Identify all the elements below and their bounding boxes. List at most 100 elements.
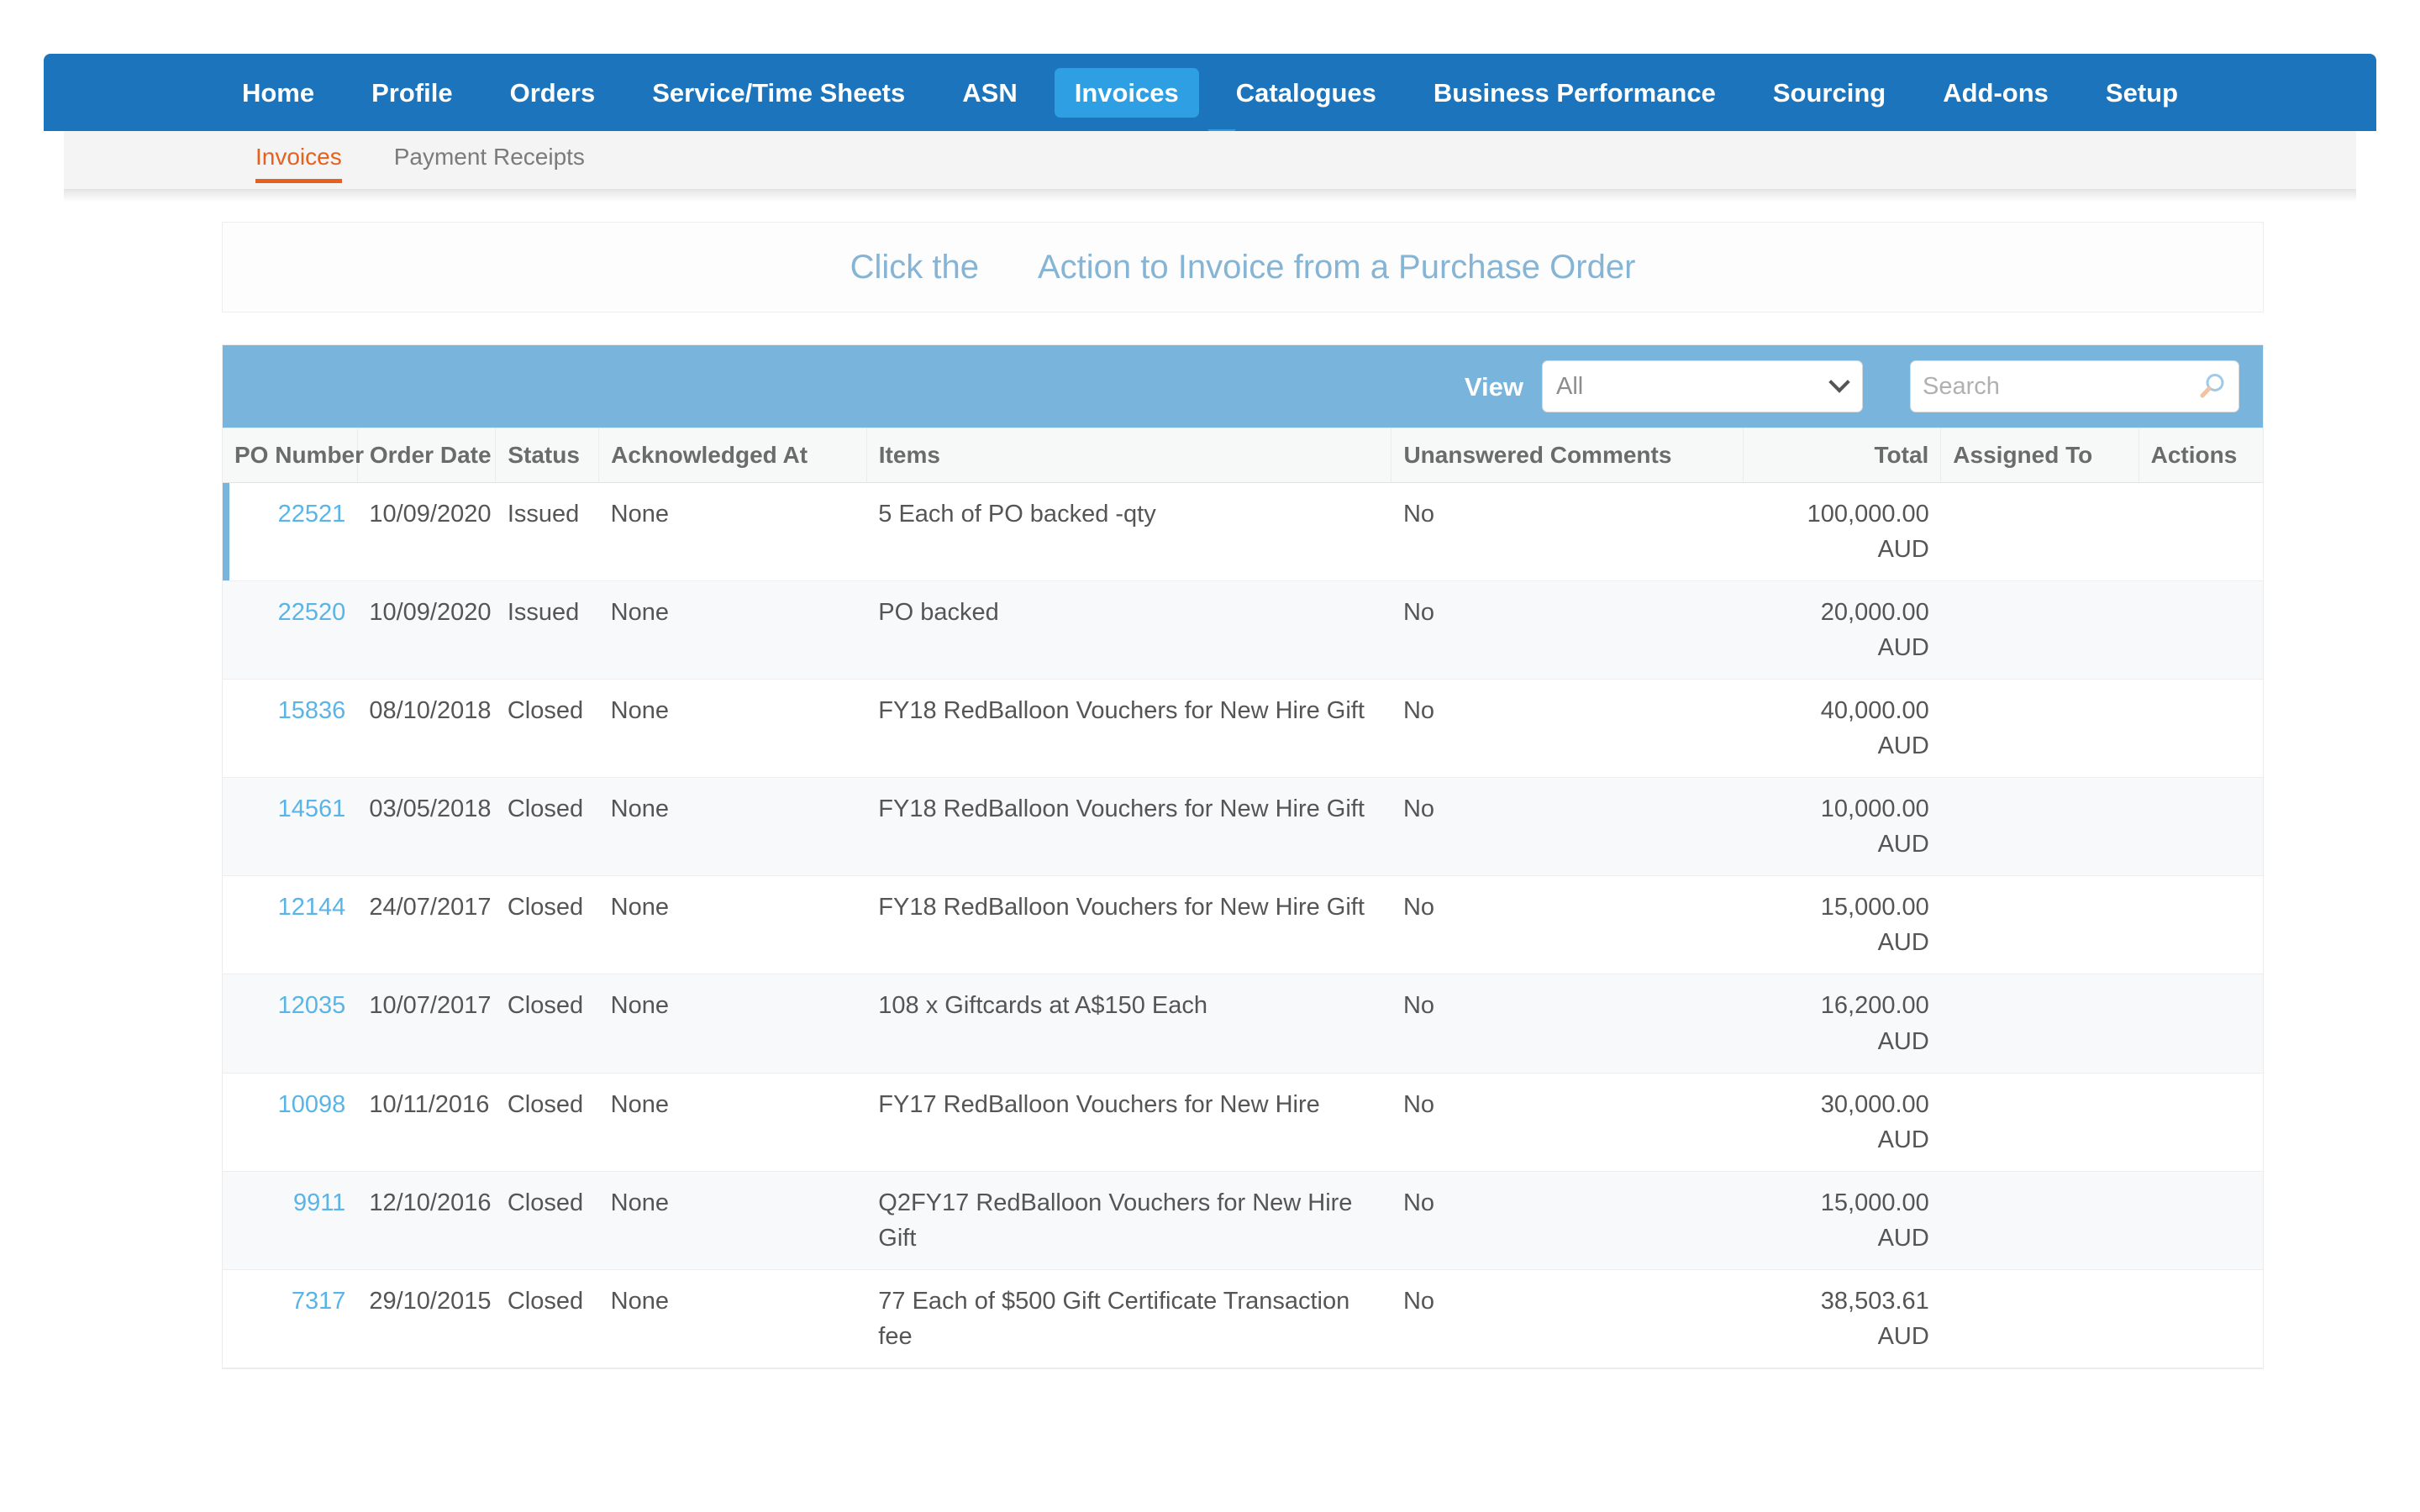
column-header-unanswered-comments[interactable]: Unanswered Comments: [1391, 428, 1744, 483]
cell-items: 5 Each of PO backed -qty: [866, 482, 1392, 582]
cell-order-date: 10/09/2020: [357, 580, 496, 680]
cell-status: Closed: [495, 679, 599, 779]
invoice-coin-yellow-icon[interactable]: [2150, 496, 2182, 530]
po-number-link[interactable]: 12144: [278, 894, 346, 921]
nav-item-invoices[interactable]: Invoices: [1054, 67, 1199, 118]
table-row[interactable]: 10098 10/11/2016 Closed None FY17 RedBalloon…: [223, 1073, 2263, 1172]
search-box[interactable]: [1910, 360, 2239, 412]
table-row[interactable]: 14561 03/05/2018 Closed None FY18 RedBalloon…: [223, 777, 2263, 877]
po-number-link[interactable]: 22521: [278, 501, 346, 528]
nav-item-add-ons[interactable]: Add-ons: [1923, 68, 2069, 118]
search-input[interactable]: [1923, 372, 2175, 401]
cell-po-number: 14561: [223, 777, 358, 877]
total-currency: AUD: [1877, 732, 1929, 760]
cell-acknowledged-at: None: [598, 679, 867, 779]
cell-status: Closed: [495, 875, 599, 975]
nav-item-service-time-sheets[interactable]: Service/Time Sheets: [632, 68, 925, 118]
nav-item-business-performance[interactable]: Business Performance: [1413, 68, 1736, 118]
nav-item-profile[interactable]: Profile: [351, 68, 472, 118]
view-filter-select[interactable]: All: [1542, 360, 1863, 412]
nav-item-sourcing[interactable]: Sourcing: [1753, 68, 1906, 118]
po-number-link[interactable]: 14561: [278, 795, 346, 822]
column-header-acknowledged-at[interactable]: Acknowledged At: [598, 428, 867, 483]
cell-order-date: 08/10/2018: [357, 679, 496, 779]
cell-order-date: 03/05/2018: [357, 777, 496, 877]
cell-assigned-to: [1940, 875, 2139, 975]
sub-navigation: Invoices Payment Receipts: [64, 131, 2356, 190]
cell-assigned-to: [1940, 1073, 2139, 1172]
view-label: View: [1464, 371, 1523, 402]
subnav-shadow: [64, 190, 2356, 202]
table-row[interactable]: 12035 10/07/2017 Closed None 108 x Giftcards…: [223, 974, 2263, 1074]
total-amount: 100,000.00: [1807, 501, 1929, 528]
total-currency: AUD: [1877, 1322, 1929, 1350]
nav-item-setup[interactable]: Setup: [2086, 68, 2198, 118]
cell-status: Closed: [495, 1073, 599, 1172]
column-header-assigned-to[interactable]: Assigned To: [1940, 428, 2139, 483]
column-header-total[interactable]: Total: [1743, 428, 1942, 483]
total-currency: AUD: [1877, 929, 1929, 957]
nav-item-asn[interactable]: ASN: [942, 68, 1037, 118]
nav-item-catalogues[interactable]: Catalogues: [1216, 68, 1397, 118]
subnav-item-payment-receipts[interactable]: Payment Receipts: [394, 131, 585, 179]
total-amount: 16,200.00: [1820, 992, 1929, 1020]
table-row[interactable]: 15836 08/10/2018 Closed None FY18 RedBalloon…: [223, 679, 2263, 779]
po-number-link[interactable]: 7317: [292, 1288, 346, 1315]
table-row[interactable]: 22520 10/09/2020 Issued None PO backed No 20,0…: [223, 580, 2263, 680]
cell-actions: [2139, 1073, 2263, 1172]
credit-coin-red-icon[interactable]: [2201, 496, 2233, 530]
cell-items: FY18 RedBalloon Vouchers for New Hire Gi…: [866, 777, 1392, 877]
cell-items: Q2FY17 RedBalloon Vouchers for New Hire …: [866, 1171, 1392, 1270]
table-row[interactable]: 7317 29/10/2015 Closed None 77 Each of $500 …: [223, 1269, 2263, 1368]
po-number-link[interactable]: 15836: [278, 697, 346, 724]
cell-total: 16,200.00 AUD: [1743, 974, 1941, 1074]
table-row[interactable]: 9911 12/10/2016 Closed None Q2FY17 RedBalloo…: [223, 1171, 2263, 1270]
cell-actions: [2139, 974, 2263, 1074]
cell-acknowledged-at: None: [598, 974, 867, 1074]
column-header-status[interactable]: Status: [495, 428, 600, 483]
cell-actions: [2139, 1269, 2263, 1368]
credit-coin-red-icon[interactable]: [2201, 595, 2233, 628]
action-icon-group: [2150, 496, 2251, 530]
po-number-link[interactable]: 9911: [293, 1189, 345, 1216]
search-icon[interactable]: [2198, 372, 2227, 401]
nav-item-orders[interactable]: Orders: [490, 68, 616, 118]
nav-item-home[interactable]: Home: [222, 68, 334, 118]
cell-status: Closed: [495, 777, 599, 877]
view-filter-value: All: [1556, 372, 1584, 400]
cell-po-number: 10098: [223, 1073, 358, 1172]
cell-acknowledged-at: None: [598, 1269, 867, 1368]
po-number-link[interactable]: 12035: [278, 992, 346, 1019]
po-number-link[interactable]: 10098: [278, 1091, 346, 1118]
cell-acknowledged-at: None: [598, 1073, 867, 1172]
purchase-orders-card: View All Search PO Number Order Date Sta…: [222, 344, 2264, 1369]
column-header-items[interactable]: Items: [866, 428, 1392, 483]
table-row[interactable]: 22521 10/09/2020 Issued None 5 Each of PO ba…: [223, 482, 2263, 582]
cell-acknowledged-at: None: [598, 1171, 867, 1270]
po-number-link[interactable]: 22520: [278, 599, 346, 626]
cell-po-number: 7317: [223, 1269, 358, 1368]
column-header-order-date[interactable]: Order Date: [357, 428, 497, 483]
total-currency: AUD: [1877, 1224, 1929, 1252]
cell-actions: [2139, 679, 2263, 779]
column-header-actions[interactable]: Actions: [2139, 428, 2263, 483]
coin-stack-icon: [992, 250, 1024, 284]
total-currency: AUD: [1877, 1027, 1929, 1055]
cell-status: Issued: [495, 482, 599, 582]
cell-total: 15,000.00 AUD: [1743, 875, 1941, 975]
total-amount: 20,000.00: [1820, 599, 1929, 627]
cell-unanswered-comments: No: [1391, 482, 1744, 582]
column-header-po-number[interactable]: PO Number: [223, 428, 364, 483]
cell-status: Closed: [495, 1269, 599, 1368]
total-amount: 30,000.00: [1820, 1090, 1929, 1118]
cell-total: 20,000.00 AUD: [1743, 580, 1941, 680]
total-currency: AUD: [1877, 536, 1929, 564]
cell-order-date: 24/07/2017: [357, 875, 496, 975]
headline-suffix: Action to Invoice from a Purchase Order: [1037, 249, 1636, 286]
cell-total: 38,503.61 AUD: [1743, 1269, 1941, 1368]
cell-items: FY18 RedBalloon Vouchers for New Hire Gi…: [866, 679, 1392, 779]
subnav-item-invoices[interactable]: Invoices: [255, 131, 342, 183]
table-row[interactable]: 12144 24/07/2017 Closed None FY18 RedBalloon…: [223, 875, 2263, 975]
invoice-coin-yellow-icon[interactable]: [2150, 595, 2182, 628]
cell-actions: [2139, 777, 2263, 877]
